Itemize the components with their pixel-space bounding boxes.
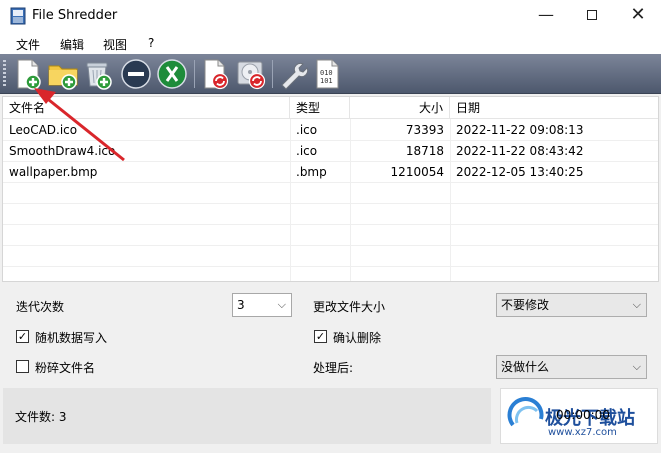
table-row[interactable]: LeoCAD.ico .ico 73393 2022-11-22 09:08:1… bbox=[3, 120, 658, 141]
shred-files-icon[interactable] bbox=[200, 58, 232, 90]
shred-disk-icon[interactable] bbox=[236, 58, 268, 90]
add-recycle-bin-icon[interactable] bbox=[82, 58, 114, 90]
menu-bar: 文件 编辑 视图 ? bbox=[0, 32, 661, 54]
toolbar-separator bbox=[272, 60, 273, 88]
change-size-select[interactable]: 不要修改 ⌵ bbox=[496, 293, 647, 317]
svg-text:101: 101 bbox=[320, 77, 333, 85]
maximize-button[interactable] bbox=[569, 0, 615, 32]
column-header-date[interactable]: 日期 bbox=[450, 97, 658, 119]
chevron-down-icon: ⌵ bbox=[632, 360, 641, 373]
chevron-down-icon: ⌵ bbox=[632, 298, 641, 311]
chevron-down-icon: ⌵ bbox=[277, 298, 286, 311]
after-processing-value: 没做什么 bbox=[501, 360, 550, 374]
after-processing-select[interactable]: 没做什么 ⌵ bbox=[496, 355, 647, 379]
column-header-size[interactable]: 大小 bbox=[350, 97, 450, 119]
cell-name: SmoothDraw4.ico bbox=[9, 144, 116, 158]
column-header-type[interactable]: 类型 bbox=[290, 97, 350, 119]
iterations-label: 迭代次数 bbox=[16, 300, 65, 314]
empty-row bbox=[3, 225, 658, 246]
watermark-logo-icon bbox=[507, 397, 544, 427]
minimize-button[interactable]: — bbox=[523, 0, 569, 32]
cell-type: .bmp bbox=[296, 165, 327, 179]
clear-list-icon[interactable] bbox=[156, 58, 188, 90]
close-icon: ✕ bbox=[630, 4, 646, 25]
cell-size: 1210054 bbox=[390, 165, 444, 179]
table-row[interactable]: wallpaper.bmp .bmp 1210054 2022-12-05 13… bbox=[3, 162, 658, 183]
timer-panel: 极光下载站 00:00:00 www.xz7.com bbox=[500, 388, 658, 444]
checkmark-icon: ✓ bbox=[17, 330, 28, 343]
app-icon bbox=[10, 7, 26, 25]
column-header-name[interactable]: 文件名 bbox=[3, 97, 290, 119]
list-header: 文件名 类型 大小 日期 bbox=[3, 97, 658, 119]
iterations-select[interactable]: 3 ⌵ bbox=[232, 293, 292, 317]
empty-row bbox=[3, 183, 658, 204]
cell-type: .ico bbox=[296, 123, 318, 137]
random-data-label: 随机数据写入 bbox=[35, 331, 108, 345]
checkmark-icon: ✓ bbox=[315, 330, 326, 343]
watermark-url: www.xz7.com bbox=[548, 427, 617, 438]
cell-type: .ico bbox=[296, 144, 318, 158]
after-processing-label: 处理后: bbox=[313, 361, 354, 375]
title-bar: File Shredder — ✕ bbox=[0, 0, 661, 32]
cell-name: wallpaper.bmp bbox=[9, 165, 98, 179]
random-data-checkbox[interactable]: ✓ bbox=[16, 330, 29, 343]
shred-names-label: 粉碎文件名 bbox=[35, 361, 96, 375]
empty-row bbox=[3, 204, 658, 225]
settings-wrench-icon[interactable] bbox=[276, 58, 308, 90]
table-row[interactable]: SmoothDraw4.ico .ico 18718 2022-11-22 08… bbox=[3, 141, 658, 162]
cell-date: 2022-11-22 09:08:13 bbox=[456, 123, 584, 137]
remove-icon[interactable] bbox=[120, 58, 152, 90]
shred-names-checkbox[interactable] bbox=[16, 360, 29, 373]
status-bar: 文件数: 3 bbox=[3, 388, 491, 444]
file-count: 文件数: 3 bbox=[15, 410, 67, 424]
toolbar-grip[interactable] bbox=[3, 60, 6, 88]
empty-row bbox=[3, 246, 658, 267]
change-size-value: 不要修改 bbox=[501, 298, 550, 312]
binary-file-icon[interactable]: 010 101 bbox=[312, 58, 344, 90]
cell-size: 18718 bbox=[405, 144, 444, 158]
minimize-icon: — bbox=[538, 5, 554, 24]
toolbar: 010 101 bbox=[0, 54, 661, 94]
cell-name: LeoCAD.ico bbox=[9, 123, 78, 137]
window-title: File Shredder bbox=[32, 8, 118, 23]
cell-date: 2022-12-05 13:40:25 bbox=[456, 165, 584, 179]
svg-text:010: 010 bbox=[320, 69, 333, 77]
confirm-delete-checkbox[interactable]: ✓ bbox=[314, 330, 327, 343]
menu-edit[interactable]: 编辑 bbox=[60, 36, 84, 53]
menu-view[interactable]: 视图 bbox=[103, 36, 127, 53]
toolbar-separator bbox=[194, 60, 195, 88]
menu-file[interactable]: 文件 bbox=[16, 36, 40, 53]
maximize-icon bbox=[587, 9, 597, 20]
confirm-delete-label: 确认删除 bbox=[333, 331, 382, 345]
close-button[interactable]: ✕ bbox=[615, 0, 661, 32]
file-list[interactable]: 文件名 类型 大小 日期 LeoCAD.ico .ico 73393 2022-… bbox=[2, 96, 659, 282]
elapsed-timer: 00:00:00 bbox=[556, 408, 610, 422]
iterations-value: 3 bbox=[237, 298, 245, 312]
cell-date: 2022-11-22 08:43:42 bbox=[456, 144, 584, 158]
add-folder-icon[interactable] bbox=[47, 58, 79, 90]
menu-help[interactable]: ? bbox=[148, 36, 154, 50]
add-file-icon[interactable] bbox=[12, 58, 44, 90]
cell-size: 73393 bbox=[405, 123, 444, 137]
change-size-label: 更改文件大小 bbox=[313, 300, 386, 314]
